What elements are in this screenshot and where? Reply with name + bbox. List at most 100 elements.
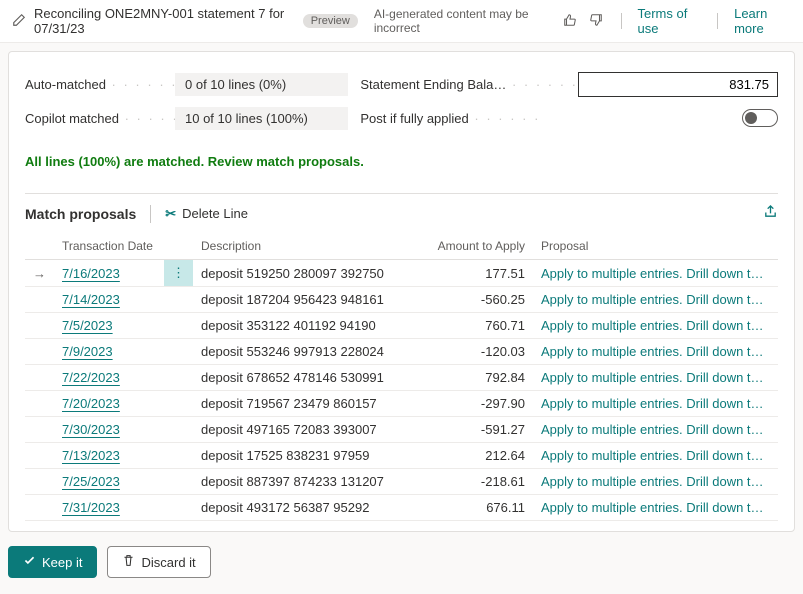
topbar: Reconciling ONE2MNY-001 statement 7 for … xyxy=(0,0,803,43)
row-proposal-link[interactable]: Apply to multiple entries. Drill down to… xyxy=(533,391,778,417)
row-proposal-link[interactable]: Apply to multiple entries. Drill down to… xyxy=(533,313,778,339)
row-description: deposit 519250 280097 392750 xyxy=(193,260,423,287)
more-icon: ⋮ xyxy=(172,265,185,280)
row-description: deposit 493172 56387 95292 xyxy=(193,495,423,521)
transaction-date-link[interactable]: 7/25/2023 xyxy=(62,474,120,489)
divider xyxy=(150,205,151,223)
table-row[interactable]: 7/13/2023 deposit 17525 838231 97959212.6… xyxy=(25,443,778,469)
transaction-date-link[interactable]: 7/22/2023 xyxy=(62,370,120,385)
row-menu[interactable] xyxy=(164,313,193,339)
row-amount: 760.71 xyxy=(423,313,533,339)
row-proposal-link[interactable]: Apply to multiple entries. Drill down to… xyxy=(533,417,778,443)
row-indicator xyxy=(25,391,54,417)
row-indicator: → xyxy=(25,260,54,287)
row-indicator xyxy=(25,339,54,365)
auto-matched-value: 0 of 10 lines (0%) xyxy=(175,73,348,96)
row-indicator xyxy=(25,443,54,469)
proposals-table: Transaction Date Description Amount to A… xyxy=(25,235,778,521)
row-menu[interactable]: ⋮ xyxy=(164,260,193,287)
table-row[interactable]: 7/31/2023 deposit 493172 56387 95292676.1… xyxy=(25,495,778,521)
table-row[interactable]: 7/25/2023deposit 887397 874233 131207-21… xyxy=(25,469,778,495)
transaction-date-link[interactable]: 7/20/2023 xyxy=(62,396,120,411)
post-if-applied-toggle[interactable] xyxy=(742,109,778,127)
learn-more-link[interactable]: Learn more xyxy=(734,6,791,36)
transaction-date-link[interactable]: 7/31/2023 xyxy=(62,500,120,515)
delete-line-button[interactable]: ✂ Delete Line xyxy=(165,206,248,222)
statement-balance-label: Statement Ending Bala… xyxy=(360,77,578,92)
col-proposal[interactable]: Proposal xyxy=(533,235,778,260)
row-proposal-link[interactable]: Apply to multiple entries. Drill down to… xyxy=(533,287,778,313)
col-amount[interactable]: Amount to Apply xyxy=(423,235,533,260)
row-amount: -591.27 xyxy=(423,417,533,443)
section-header: Match proposals ✂ Delete Line xyxy=(25,204,778,223)
row-menu[interactable] xyxy=(164,287,193,313)
transaction-date-link[interactable]: 7/30/2023 xyxy=(62,422,120,437)
row-amount: 676.11 xyxy=(423,495,533,521)
row-proposal-link[interactable]: Apply to multiple entries. Drill down to… xyxy=(533,365,778,391)
auto-matched-label: Auto-matched xyxy=(25,77,175,92)
divider xyxy=(25,193,778,194)
row-indicator xyxy=(25,313,54,339)
row-indicator xyxy=(25,417,54,443)
row-description: deposit 887397 874233 131207 xyxy=(193,469,423,495)
delete-line-icon: ✂ xyxy=(165,206,176,222)
col-date[interactable]: Transaction Date xyxy=(54,235,164,260)
delete-line-label: Delete Line xyxy=(182,206,248,221)
transaction-date-link[interactable]: 7/16/2023 xyxy=(62,266,120,281)
row-amount: -560.25 xyxy=(423,287,533,313)
summary-grid: Auto-matched 0 of 10 lines (0%) Copilot … xyxy=(25,70,778,138)
preview-badge: Preview xyxy=(303,14,358,28)
transaction-date-link[interactable]: 7/5/2023 xyxy=(62,318,113,333)
row-menu[interactable] xyxy=(164,443,193,469)
main-card: Auto-matched 0 of 10 lines (0%) Copilot … xyxy=(8,51,795,532)
row-description: deposit 353122 401192 94190 xyxy=(193,313,423,339)
row-description: deposit 553246 997913 228024 xyxy=(193,339,423,365)
table-row[interactable]: 7/22/2023deposit 678652 478146 530991792… xyxy=(25,365,778,391)
row-proposal-link[interactable]: Apply to multiple entries. Drill down to… xyxy=(533,495,778,521)
row-description: deposit 719567 23479 860157 xyxy=(193,391,423,417)
keep-it-button[interactable]: Keep it xyxy=(8,546,97,578)
table-row[interactable]: 7/20/2023deposit 719567 23479 860157-297… xyxy=(25,391,778,417)
check-icon xyxy=(23,554,36,570)
row-menu[interactable] xyxy=(164,469,193,495)
row-amount: 212.64 xyxy=(423,443,533,469)
statement-balance-input[interactable] xyxy=(578,72,778,97)
edit-icon[interactable] xyxy=(12,13,26,30)
thumbs-up-icon[interactable] xyxy=(561,13,579,30)
row-indicator xyxy=(25,365,54,391)
divider xyxy=(621,13,622,29)
table-row[interactable]: 7/5/2023 deposit 353122 401192 94190760.7… xyxy=(25,313,778,339)
table-row[interactable]: 7/30/2023deposit 497165 72083 393007-591… xyxy=(25,417,778,443)
row-description: deposit 17525 838231 97959 xyxy=(193,443,423,469)
copilot-matched-label: Copilot matched xyxy=(25,111,175,126)
keep-it-label: Keep it xyxy=(42,555,82,570)
thumbs-down-icon[interactable] xyxy=(587,13,605,30)
row-menu[interactable] xyxy=(164,391,193,417)
row-indicator xyxy=(25,469,54,495)
transaction-date-link[interactable]: 7/14/2023 xyxy=(62,292,120,307)
row-menu[interactable] xyxy=(164,495,193,521)
table-row[interactable]: 7/9/2023 deposit 553246 997913 228024-120… xyxy=(25,339,778,365)
discard-it-label: Discard it xyxy=(141,555,195,570)
row-amount: -120.03 xyxy=(423,339,533,365)
row-menu[interactable] xyxy=(164,417,193,443)
row-indicator xyxy=(25,495,54,521)
table-row[interactable]: →7/16/2023⋮deposit 519250 280097 3927501… xyxy=(25,260,778,287)
table-row[interactable]: 7/14/2023deposit 187204 956423 948161-56… xyxy=(25,287,778,313)
transaction-date-link[interactable]: 7/13/2023 xyxy=(62,448,120,463)
ai-note: AI-generated content may be incorrect xyxy=(374,7,549,35)
row-proposal-link[interactable]: Apply to multiple entries. Drill down to… xyxy=(533,469,778,495)
transaction-date-link[interactable]: 7/9/2023 xyxy=(62,344,113,359)
row-description: deposit 678652 478146 530991 xyxy=(193,365,423,391)
share-icon[interactable] xyxy=(763,204,778,223)
terms-link[interactable]: Terms of use xyxy=(638,6,702,36)
col-description[interactable]: Description xyxy=(193,235,423,260)
match-proposals-title: Match proposals xyxy=(25,206,136,222)
discard-it-button[interactable]: Discard it xyxy=(107,546,210,578)
row-menu[interactable] xyxy=(164,339,193,365)
row-indicator xyxy=(25,287,54,313)
row-proposal-link[interactable]: Apply to multiple entries. Drill down to… xyxy=(533,443,778,469)
row-proposal-link[interactable]: Apply to multiple entries. Drill down to… xyxy=(533,260,778,287)
row-menu[interactable] xyxy=(164,365,193,391)
row-proposal-link[interactable]: Apply to multiple entries. Drill down to… xyxy=(533,339,778,365)
